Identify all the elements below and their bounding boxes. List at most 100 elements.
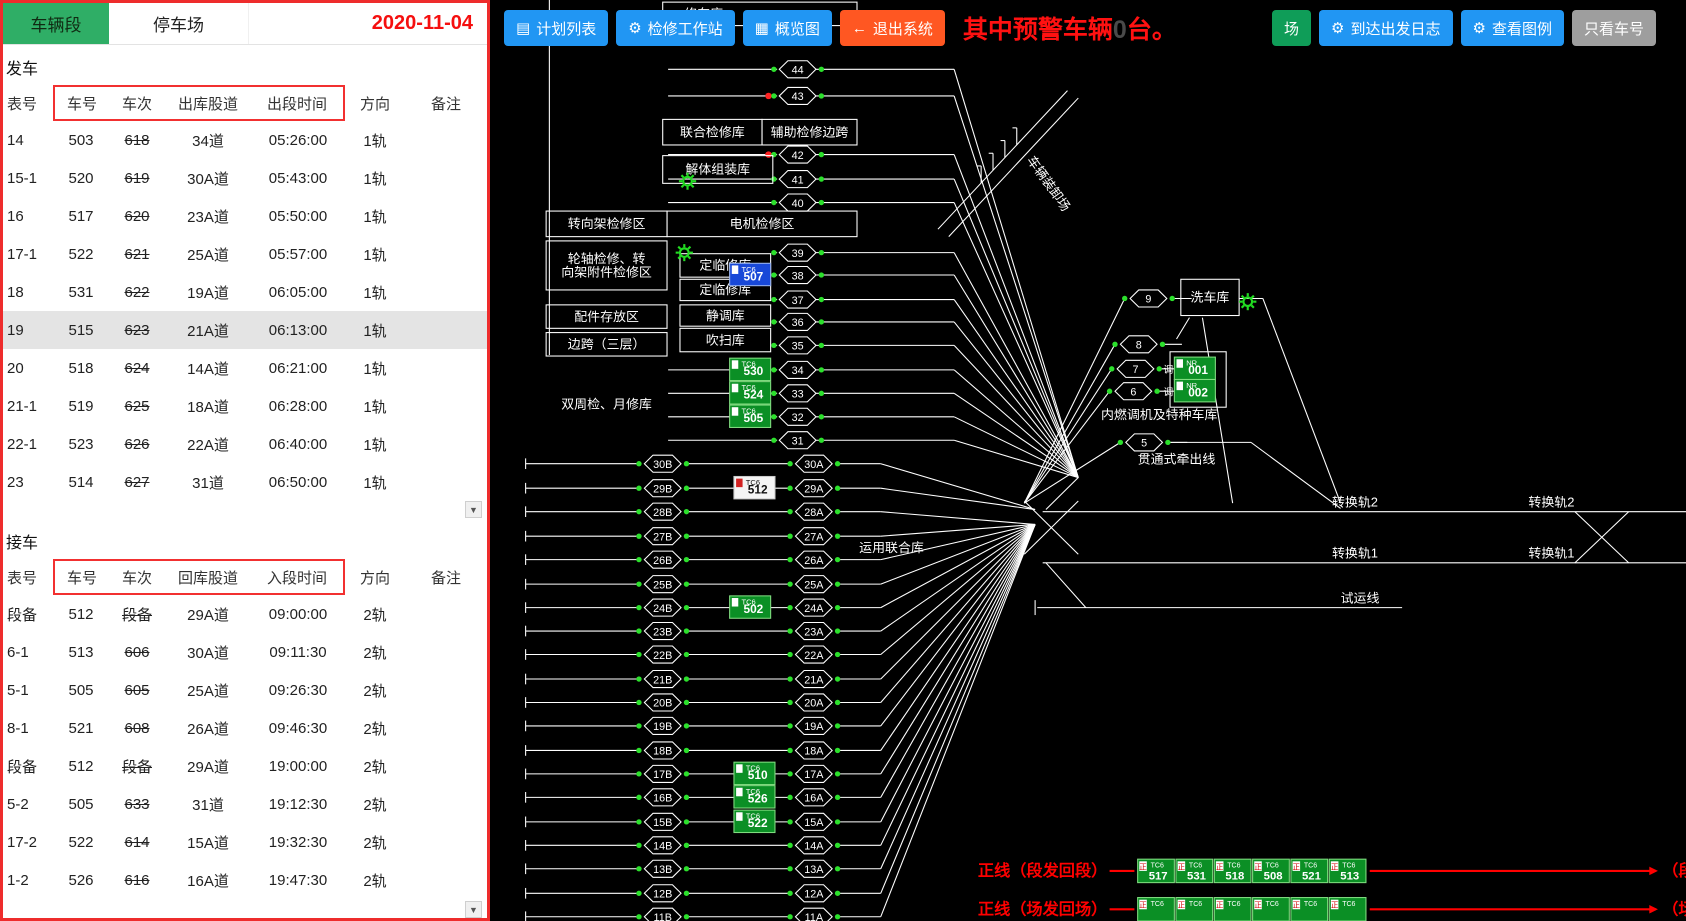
mainline-train-box[interactable]: 正TC6 <box>1253 898 1290 921</box>
mainline-train-box[interactable]: 正TC6521 <box>1291 859 1328 882</box>
tab-depot[interactable]: 车辆段 <box>3 3 109 44</box>
track-badge[interactable]: 17A <box>787 765 840 782</box>
track-badge[interactable]: 19A <box>787 717 840 734</box>
table-row[interactable]: 1853162219A道06:05:001轨 <box>3 273 487 311</box>
track-badge[interactable]: 22A <box>787 646 840 663</box>
track-badge[interactable]: 41 <box>771 171 824 188</box>
track-badge[interactable]: 16B <box>636 789 689 806</box>
track-badge[interactable]: 27A <box>787 528 840 545</box>
train-box[interactable]: TC6502 <box>730 596 771 618</box>
track-badge[interactable]: 5 <box>1118 434 1171 451</box>
track-badge[interactable]: 31 <box>771 432 824 449</box>
track-badge[interactable]: 35 <box>771 337 824 354</box>
mainline-train-box[interactable]: 正TC6517 <box>1138 859 1175 882</box>
mainline-train-box[interactable]: 正TC6518 <box>1214 859 1251 882</box>
track-badge[interactable]: 39 <box>771 244 824 261</box>
track-badge[interactable]: 25B <box>636 576 689 593</box>
track-badge[interactable]: 12A <box>787 885 840 902</box>
table-row[interactable]: 1450361834道05:26:001轨 <box>3 121 487 159</box>
track-badge[interactable]: 44 <box>771 61 824 78</box>
track-badge[interactable]: 17B <box>636 765 689 782</box>
track-badge[interactable]: 38 <box>771 266 824 283</box>
track-badge[interactable]: 30A <box>787 455 840 472</box>
mainline-train-box[interactable]: 正TC6 <box>1138 898 1175 921</box>
train-box[interactable]: TC6512 <box>734 476 775 498</box>
table-row[interactable]: 2351462731道06:50:001轨 <box>3 463 487 501</box>
track-badge[interactable]: 26A <box>787 551 840 568</box>
train-box[interactable]: TC6524 <box>730 382 771 404</box>
track-badge[interactable]: 6 <box>1107 383 1160 400</box>
track-badge[interactable]: 9 <box>1122 290 1175 307</box>
table-row[interactable]: 5-250563331道19:12:302轨 <box>3 785 487 823</box>
only-train-number-button[interactable]: 只看车号 <box>1572 10 1656 46</box>
table-row[interactable]: 段备512段备29A道19:00:002轨 <box>3 747 487 785</box>
train-box[interactable]: TC6530 <box>730 358 771 380</box>
track-badge[interactable]: 43 <box>771 87 824 104</box>
track-badge[interactable]: 12B <box>636 885 689 902</box>
table-row[interactable]: 6-151360630A道09:11:302轨 <box>3 633 487 671</box>
train-box[interactable]: TC6522 <box>734 810 775 832</box>
table-row[interactable]: 17-252261415A道19:32:302轨 <box>3 823 487 861</box>
track-badge[interactable]: 14B <box>636 837 689 854</box>
arrival-departure-log-button[interactable]: ⚙到达出发日志 <box>1319 10 1452 46</box>
exit-system-button[interactable]: ←退出系统 <box>840 10 945 46</box>
track-badge[interactable]: 15B <box>636 813 689 830</box>
track-badge[interactable]: 11B <box>636 908 689 921</box>
track-badge[interactable]: 32 <box>771 408 824 425</box>
table-row[interactable]: 1951562321A道06:13:001轨 <box>3 311 487 349</box>
gear-icon[interactable] <box>679 173 696 190</box>
table-row[interactable]: 2051862414A道06:21:001轨 <box>3 349 487 387</box>
mainline-train-box[interactable]: 正TC6 <box>1291 898 1328 921</box>
track-badge[interactable]: 37 <box>771 291 824 308</box>
track-badge[interactable]: 26B <box>636 551 689 568</box>
track-badge[interactable]: 29A <box>787 480 840 497</box>
table-row[interactable]: 1-252661616A道19:47:302轨 <box>3 861 487 899</box>
mainline-train-box[interactable]: 正TC6508 <box>1253 859 1290 882</box>
mainline-train-box[interactable]: 正TC6 <box>1214 898 1251 921</box>
train-box[interactable]: TC6507 <box>730 263 771 285</box>
scroll-down-button[interactable]: ▼ <box>465 901 482 918</box>
track-badge[interactable]: 18A <box>787 742 840 759</box>
track-badge[interactable]: 27B <box>636 528 689 545</box>
tab-parking-lot[interactable]: 停车场 <box>109 3 249 44</box>
table-row[interactable]: 21-151962518A道06:28:001轨 <box>3 387 487 425</box>
track-badge[interactable]: 20B <box>636 694 689 711</box>
gear-icon[interactable] <box>676 244 693 261</box>
track-badge[interactable]: 40 <box>771 194 824 211</box>
track-badge[interactable]: 8 <box>1112 336 1165 353</box>
track-badge[interactable]: 13A <box>787 860 840 877</box>
track-badge[interactable]: 42 <box>771 146 824 163</box>
yard-button[interactable]: 场 <box>1272 10 1311 46</box>
track-badge[interactable]: 23B <box>636 623 689 640</box>
track-badge[interactable]: 15A <box>787 813 840 830</box>
track-badge[interactable]: 11A <box>787 908 840 921</box>
track-badge[interactable]: 7 <box>1109 360 1162 377</box>
table-row[interactable]: 8-152160826A道09:46:302轨 <box>3 709 487 747</box>
train-box[interactable]: NR001调 <box>1164 357 1216 379</box>
track-badge[interactable]: 20A <box>787 694 840 711</box>
maintenance-workstation-button[interactable]: ⚙检修工作站 <box>616 10 734 46</box>
track-badge[interactable]: 29B <box>636 480 689 497</box>
track-badge[interactable]: 30B <box>636 455 689 472</box>
track-badge[interactable]: 24A <box>787 599 840 616</box>
track-badge[interactable]: 28A <box>787 503 840 520</box>
mainline-train-box[interactable]: 正TC6531 <box>1176 859 1213 882</box>
gear-icon[interactable] <box>1239 293 1256 310</box>
train-box[interactable]: NR002调 <box>1164 379 1216 401</box>
track-badge[interactable]: 36 <box>771 313 824 330</box>
track-badge[interactable]: 13B <box>636 860 689 877</box>
track-badge[interactable]: 16A <box>787 789 840 806</box>
track-badge[interactable]: 21B <box>636 670 689 687</box>
track-badge[interactable]: 28B <box>636 503 689 520</box>
track-badge[interactable]: 22B <box>636 646 689 663</box>
mainline-train-box[interactable]: 正TC6 <box>1176 898 1213 921</box>
scroll-down-button[interactable]: ▼ <box>465 501 482 518</box>
track-badge[interactable]: 19B <box>636 717 689 734</box>
table-row[interactable]: 1651762023A道05:50:001轨 <box>3 197 487 235</box>
table-row[interactable]: 22-152362622A道06:40:001轨 <box>3 425 487 463</box>
table-row[interactable]: 17-152262125A道05:57:001轨 <box>3 235 487 273</box>
mainline-train-box[interactable]: 正TC6513 <box>1329 859 1366 882</box>
mainline-train-box[interactable]: 正TC6 <box>1329 898 1366 921</box>
train-box[interactable]: TC6526 <box>734 786 775 808</box>
track-badge[interactable]: 23A <box>787 623 840 640</box>
